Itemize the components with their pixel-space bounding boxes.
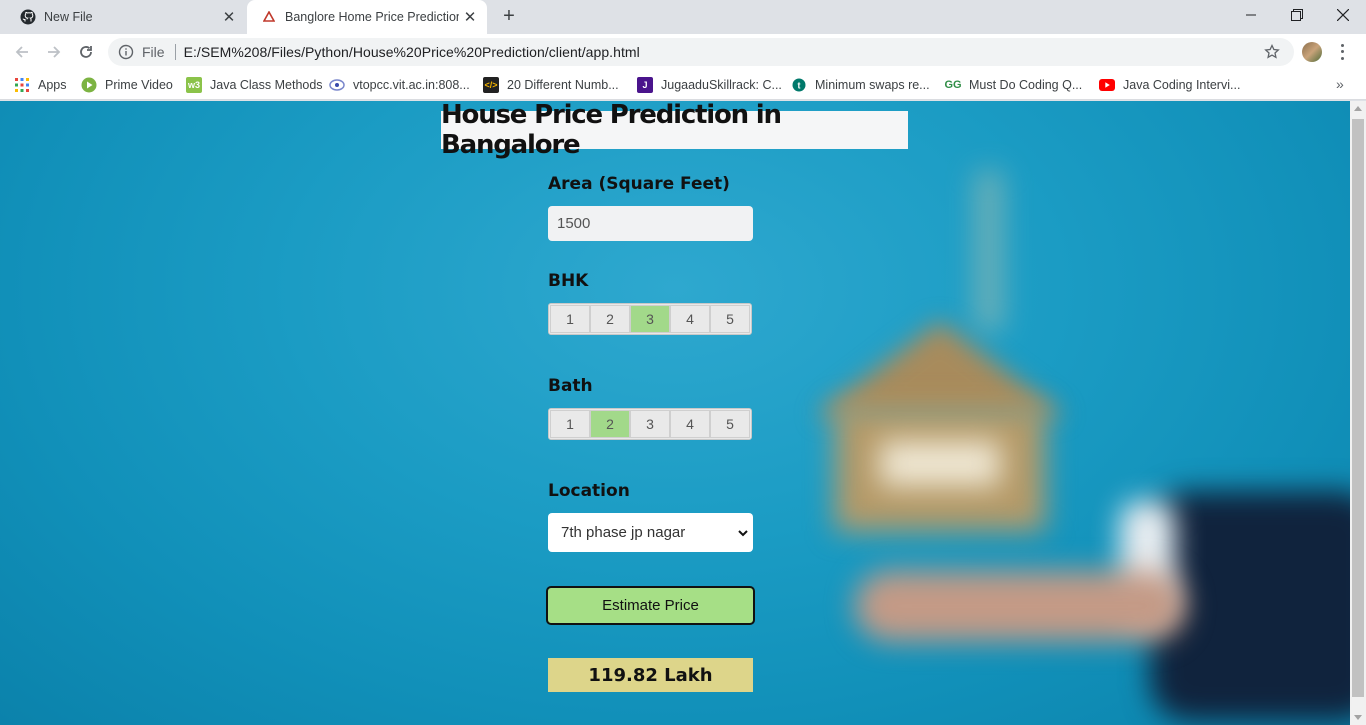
url-divider	[174, 44, 176, 60]
info-icon[interactable]	[118, 44, 134, 60]
back-arrow-icon[interactable]	[10, 40, 34, 64]
tab-title: New File	[44, 10, 93, 24]
reload-icon[interactable]	[74, 40, 98, 64]
area-label: Area (Square Feet)	[548, 174, 730, 194]
bookmark-java-coding-interview[interactable]: Java Coding Intervi...	[1099, 75, 1240, 95]
url-scheme: File	[142, 44, 165, 60]
bookmark-must-do-coding[interactable]: GG Must Do Coding Q...	[944, 75, 1083, 95]
close-window-icon[interactable]	[1320, 0, 1366, 30]
area-input[interactable]	[548, 206, 753, 241]
page-title-box: House Price Prediction in Bangalore	[441, 101, 908, 160]
page-favicon-icon	[261, 9, 277, 25]
bookmark-label: Prime Video	[105, 78, 173, 92]
close-tab-icon[interactable]: ✕	[459, 6, 481, 28]
geeksforgeeks-icon: GG	[944, 79, 962, 91]
scroll-up-arrow-icon[interactable]	[1354, 106, 1362, 111]
bath-selector: 1 2 3 4 5	[548, 408, 752, 440]
bookmark-label: Java Class Methods	[210, 78, 323, 92]
tab-title: Banglore Home Price Prediction	[285, 10, 459, 24]
prime-video-icon	[81, 77, 97, 93]
background-hand	[855, 571, 1185, 641]
scroll-down-arrow-icon[interactable]	[1354, 715, 1362, 720]
bhk-selector: 1 2 3 4 5	[548, 303, 752, 335]
browser-menu-icon[interactable]	[1334, 42, 1350, 62]
bookmark-label: Apps	[38, 78, 67, 92]
estimated-price-result: 119.82 Lakh	[548, 658, 753, 692]
apps-grid-icon	[14, 77, 30, 93]
background-house-roof	[815, 321, 1065, 416]
bhk-option-4[interactable]: 4	[670, 305, 710, 333]
bhk-option-3[interactable]: 3	[630, 305, 670, 333]
bhk-option-2[interactable]: 2	[590, 305, 630, 333]
bath-option-3[interactable]: 3	[630, 410, 670, 438]
bath-option-5[interactable]: 5	[710, 410, 750, 438]
bookmark-label: 20 Different Numb...	[507, 78, 619, 92]
bhk-option-1[interactable]: 1	[550, 305, 590, 333]
bookmarks-bar: Apps Prime Video w3 Java Class Methods v…	[0, 70, 1366, 100]
location-selected-value: 7th phase jp nagar	[561, 524, 686, 541]
bath-label: Bath	[548, 376, 593, 396]
bookmark-label: JugaaduSkillrack: C...	[661, 78, 782, 92]
background-house-window	[880, 441, 1000, 486]
bookmark-apps[interactable]: Apps	[14, 75, 67, 95]
bookmark-star-icon[interactable]	[1264, 43, 1280, 60]
bath-option-2[interactable]: 2	[590, 410, 630, 438]
estimate-price-button[interactable]: Estimate Price	[546, 586, 755, 625]
svg-text:t: t	[798, 81, 801, 91]
forward-arrow-icon[interactable]	[42, 40, 66, 64]
bookmark-20-different-numb[interactable]: </> 20 Different Numb...	[483, 75, 619, 95]
w3-icon: w3	[186, 77, 202, 93]
restore-icon[interactable]	[1274, 0, 1320, 30]
jugaadu-icon: J	[637, 77, 653, 93]
bookmark-label: vtopcc.vit.ac.in:808...	[353, 78, 470, 92]
vit-icon	[329, 77, 345, 93]
url-text: E:/SEM%208/Files/Python/House%20Price%20…	[183, 44, 640, 60]
close-tab-icon[interactable]: ✕	[218, 6, 240, 28]
chevron-down-icon	[737, 526, 749, 538]
location-label: Location	[548, 481, 630, 501]
tutorialcup-icon: t	[791, 77, 807, 93]
page-content: House Price Prediction in Bangalore Area…	[0, 101, 1350, 725]
bhk-option-5[interactable]: 5	[710, 305, 750, 333]
bookmark-prime-video[interactable]: Prime Video	[81, 75, 173, 95]
location-select[interactable]: 7th phase jp nagar	[548, 513, 753, 552]
bookmark-minimum-swaps[interactable]: t Minimum swaps re...	[791, 75, 930, 95]
profile-avatar[interactable]	[1302, 42, 1322, 62]
scrollbar-thumb[interactable]	[1352, 119, 1364, 697]
more-bookmarks-chevron-icon[interactable]: »	[1336, 76, 1344, 92]
address-bar[interactable]: File E:/SEM%208/Files/Python/House%20Pri…	[108, 38, 1294, 66]
youtube-icon	[1099, 77, 1115, 93]
page-title: House Price Prediction in Bangalore	[441, 101, 782, 160]
github-icon	[20, 9, 36, 25]
bath-option-4[interactable]: 4	[670, 410, 710, 438]
browser-toolbar: File E:/SEM%208/Files/Python/House%20Pri…	[0, 34, 1366, 70]
bookmark-label: Java Coding Intervi...	[1123, 78, 1241, 92]
code-icon: </>	[483, 77, 499, 93]
minimize-icon[interactable]	[1228, 0, 1274, 30]
bookmark-label: Minimum swaps re...	[815, 78, 930, 92]
bookmark-jugaaduskillrack[interactable]: J JugaaduSkillrack: C...	[637, 75, 782, 95]
tab-banglore-home-price[interactable]: Banglore Home Price Prediction ✕	[247, 0, 487, 34]
background-decoration	[975, 171, 1003, 331]
new-tab-plus-icon[interactable]: +	[498, 6, 520, 28]
page-scrollbar[interactable]	[1350, 101, 1366, 725]
bookmark-java-class-methods[interactable]: w3 Java Class Methods	[186, 75, 323, 95]
bath-option-1[interactable]: 1	[550, 410, 590, 438]
tab-strip: New File ✕ Banglore Home Price Predictio…	[0, 0, 1366, 34]
bhk-label: BHK	[548, 271, 589, 291]
tab-new-file[interactable]: New File ✕	[8, 0, 246, 34]
bookmark-label: Must Do Coding Q...	[969, 78, 1083, 92]
bookmark-vtopcc[interactable]: vtopcc.vit.ac.in:808...	[329, 75, 470, 95]
